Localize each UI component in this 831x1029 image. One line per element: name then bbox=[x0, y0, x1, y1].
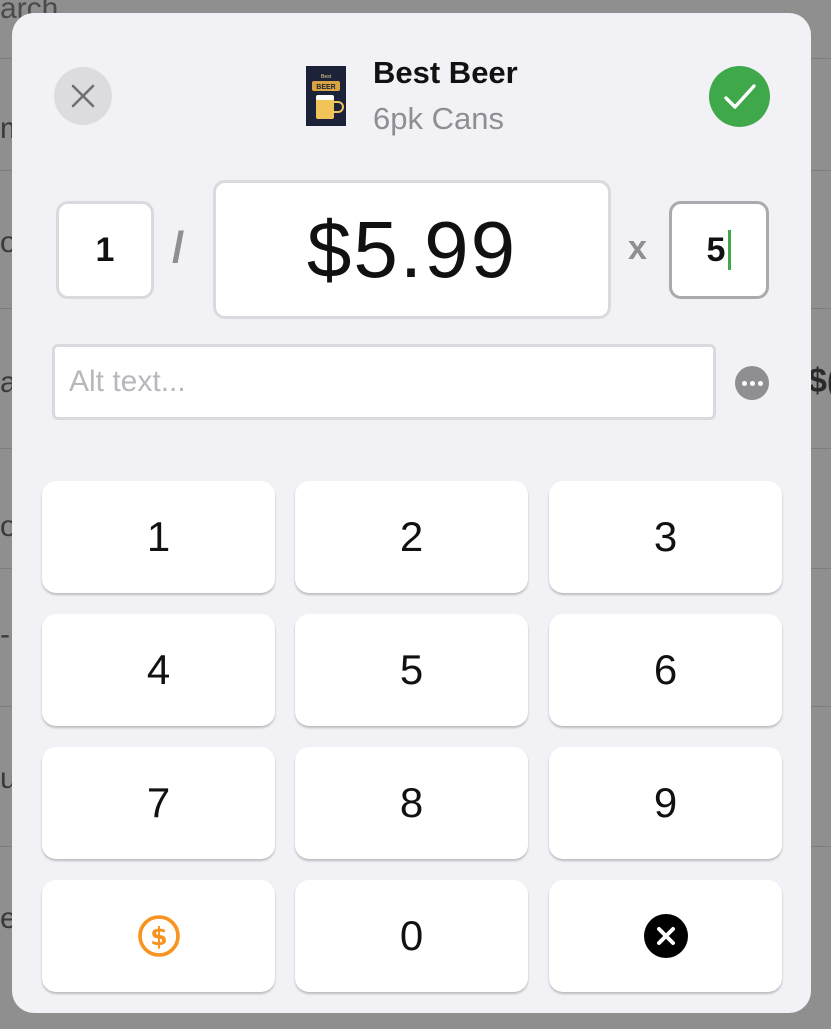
price-field[interactable]: $5.99 bbox=[213, 180, 611, 319]
close-button[interactable] bbox=[54, 67, 112, 125]
checkmark-icon bbox=[723, 83, 756, 109]
dollar-circle-icon: $ bbox=[137, 915, 180, 957]
ellipsis-icon bbox=[741, 380, 747, 386]
thumb-brand-text: BEER bbox=[316, 84, 335, 91]
alt-text-input[interactable] bbox=[52, 344, 716, 420]
key-1[interactable]: 1 bbox=[42, 481, 275, 593]
key-5[interactable]: 5 bbox=[295, 614, 528, 726]
delete-circle-icon bbox=[643, 914, 688, 958]
delete-key[interactable] bbox=[549, 880, 782, 992]
price-entry-modal: Best BEER Best Beer 6pk Cans 1 / $5.99 x… bbox=[12, 13, 811, 1013]
currency-key[interactable]: $ bbox=[42, 880, 275, 992]
key-6[interactable]: 6 bbox=[549, 614, 782, 726]
key-3[interactable]: 3 bbox=[549, 481, 782, 593]
background-row-text: - bbox=[0, 618, 10, 651]
key-2[interactable]: 2 bbox=[295, 481, 528, 593]
more-options-button[interactable] bbox=[735, 366, 769, 400]
price-value: $5.99 bbox=[306, 204, 518, 294]
background-price-text: $( bbox=[808, 362, 831, 400]
key-9[interactable]: 9 bbox=[549, 747, 782, 859]
svg-text:$: $ bbox=[150, 922, 167, 951]
multiply-symbol: x bbox=[628, 229, 647, 267]
product-subtitle: 6pk Cans bbox=[373, 101, 504, 136]
thumb-small-text: Best bbox=[321, 74, 332, 80]
close-icon bbox=[71, 84, 95, 108]
product-thumbnail: Best BEER bbox=[306, 66, 346, 126]
key-7[interactable]: 7 bbox=[42, 747, 275, 859]
text-cursor bbox=[728, 230, 732, 270]
divider-symbol: / bbox=[172, 223, 185, 272]
multiplier-value: 5 bbox=[706, 230, 726, 269]
key-4[interactable]: 4 bbox=[42, 614, 275, 726]
quantity-field[interactable]: 1 bbox=[56, 201, 154, 299]
quantity-value: 1 bbox=[95, 230, 115, 269]
product-title: Best Beer bbox=[373, 55, 518, 90]
key-0[interactable]: 0 bbox=[295, 880, 528, 992]
multiplier-field[interactable]: 5 bbox=[669, 201, 769, 299]
confirm-button[interactable] bbox=[709, 66, 770, 127]
key-8[interactable]: 8 bbox=[295, 747, 528, 859]
